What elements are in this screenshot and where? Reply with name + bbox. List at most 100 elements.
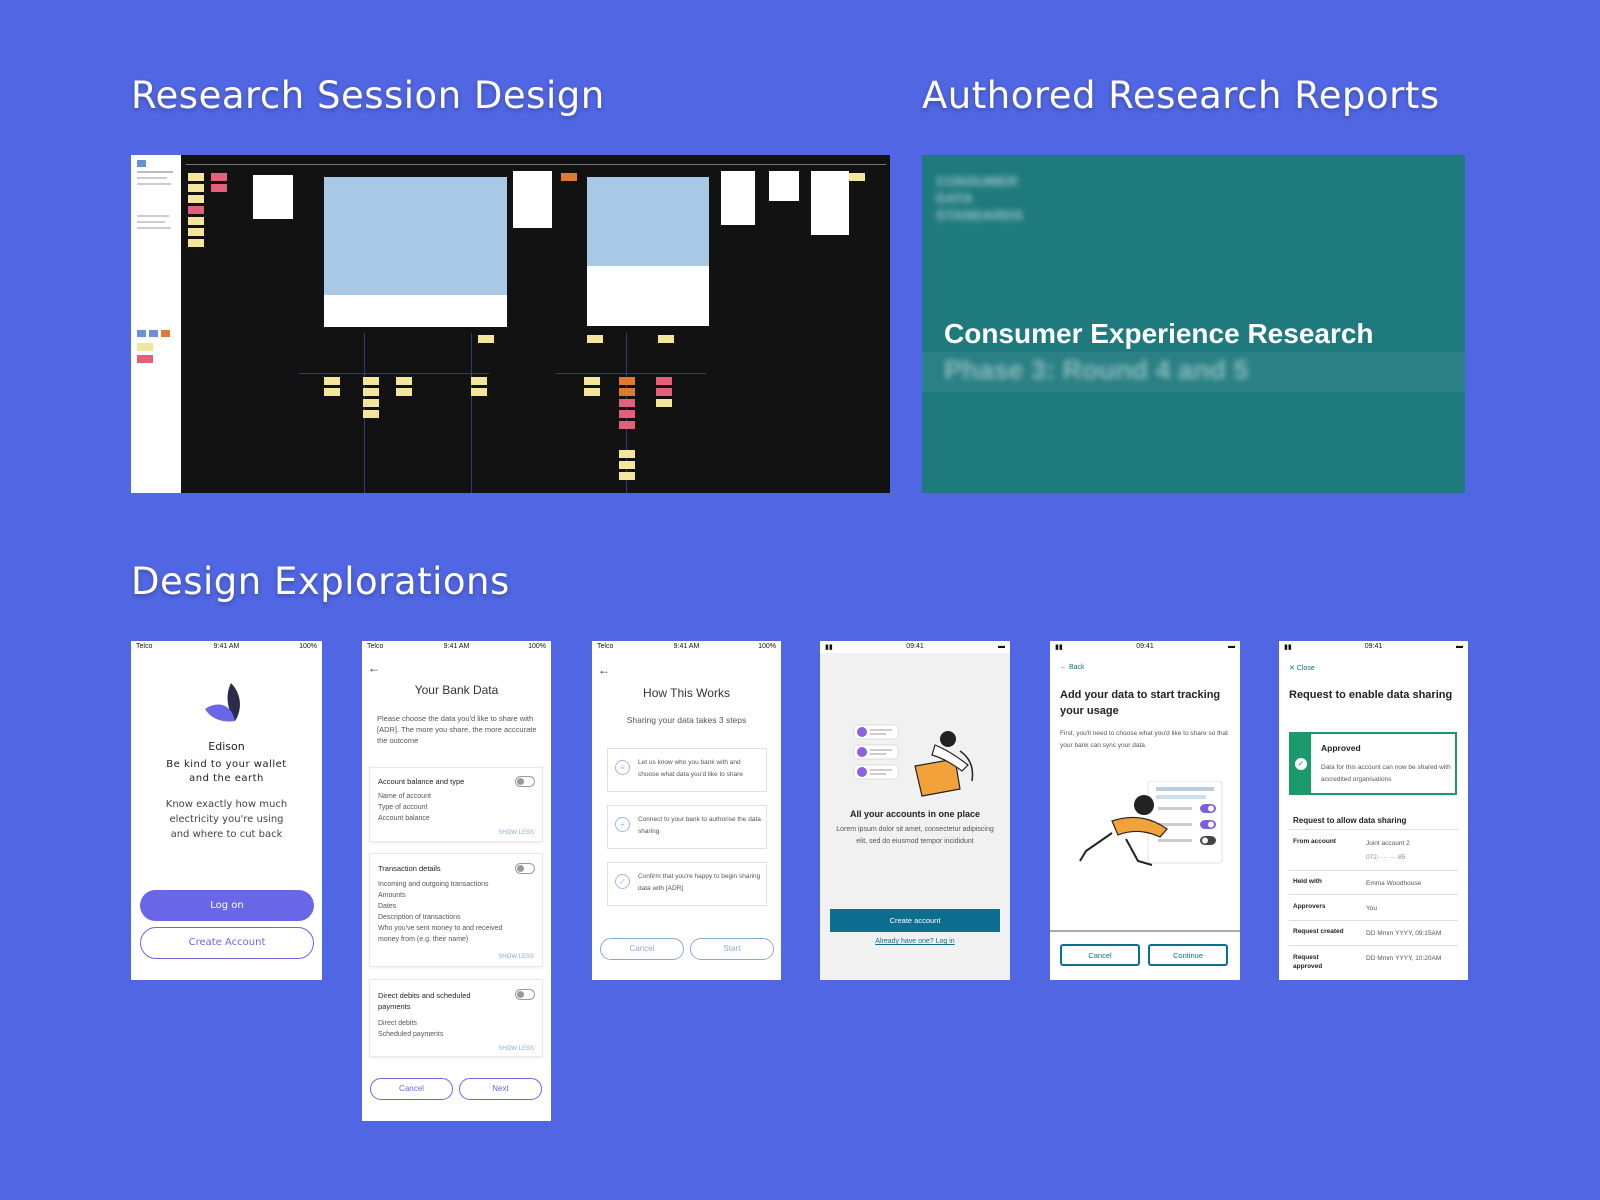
- status-time: 09:41: [1364, 643, 1383, 650]
- check-icon: ✓: [1295, 758, 1307, 770]
- step-text: Confirm that you're happy to begin shari…: [638, 873, 761, 892]
- show-less-link[interactable]: SHOW LESS: [498, 830, 534, 836]
- onboarding-heading: All your accounts in one place: [849, 809, 981, 819]
- report-title: Consumer Experience Research: [944, 318, 1374, 349]
- battery-icon: ▬: [1228, 643, 1235, 650]
- status-bar: ▮▮ 09:41 ▬: [820, 641, 1010, 653]
- row-label: Approvers: [1293, 903, 1326, 910]
- continue-button[interactable]: Continue: [1148, 944, 1228, 966]
- battery-label: 100%: [758, 643, 776, 650]
- description: Know exactly how much electricity you're…: [165, 799, 288, 840]
- step-card: ≡ Let us know who you bank with and choo…: [607, 748, 767, 792]
- status-time: 09:41: [1136, 643, 1154, 650]
- battery-label: 100%: [528, 643, 546, 650]
- row-value: DD Mmm YYYY, 10:20AM: [1366, 955, 1442, 962]
- section-item: Description of transactions: [378, 914, 461, 921]
- create-account-button[interactable]: Create account: [830, 909, 1000, 932]
- data-toggle-illustration: [1079, 781, 1223, 866]
- connect-step-icon: +: [615, 817, 630, 832]
- start-button[interactable]: Start: [690, 938, 774, 960]
- data-section-direct-debits: Direct debits and scheduled payments Dir…: [369, 979, 543, 1057]
- section-item: Dates: [378, 903, 397, 910]
- row-label: Request created: [1293, 928, 1344, 935]
- row-value: You: [1366, 905, 1377, 912]
- data-section-account: Account balance and type Name of account…: [369, 767, 543, 842]
- login-button[interactable]: Log on: [140, 890, 314, 921]
- step-card: ✓ Confirm that you're happy to begin sha…: [607, 862, 767, 906]
- status-bar: Telco 9:41 AM 100%: [592, 641, 781, 653]
- status-time: 09:41: [906, 643, 924, 650]
- design-explorations-heading: Design Explorations: [131, 560, 510, 603]
- brand-name: Edison: [208, 740, 245, 753]
- section-item: Name of account: [378, 793, 431, 800]
- section-item: Incoming and outgoing transactions: [378, 881, 489, 888]
- phone-request-approved: ▮▮ 09:41 ▬ ✕ Close Request to enable dat…: [1279, 641, 1468, 980]
- back-arrow-icon[interactable]: ←: [368, 661, 380, 675]
- data-section-transactions: Transaction details Incoming and outgoin…: [369, 853, 543, 967]
- section-title: Direct debits and scheduled payments: [378, 991, 471, 1011]
- research-report-cover: CONSUMER DATA STANDARDS Consumer Experie…: [922, 155, 1465, 493]
- page-title: Your Bank Data: [414, 683, 499, 697]
- bank-step-icon: ≡: [615, 760, 630, 775]
- row-label: Request approved: [1293, 954, 1323, 970]
- show-less-link[interactable]: SHOW LESS: [498, 954, 534, 960]
- approved-body: Data for this account can now be shared …: [1321, 764, 1451, 783]
- transactions-toggle[interactable]: [515, 863, 535, 874]
- battery-icon: ▬: [998, 643, 1005, 650]
- edison-logo-icon: [205, 683, 240, 722]
- page-title: Request to enable data sharing: [1289, 689, 1453, 701]
- tagline: Be kind to your wallet and the earth: [166, 759, 287, 784]
- report-subtitle: Phase 3: Round 4 and 5: [944, 355, 1249, 385]
- account-toggle[interactable]: [515, 776, 535, 787]
- status-time: 9:41 AM: [443, 643, 470, 650]
- login-link[interactable]: Already have one? Log in: [820, 938, 1010, 945]
- row-label: Held with: [1293, 878, 1322, 885]
- cancel-button[interactable]: Cancel: [370, 1078, 453, 1100]
- step-card: + Connect to your bank to authorise the …: [607, 805, 767, 849]
- step-text: Let us know who you bank with and choose…: [638, 759, 743, 778]
- back-arrow-icon[interactable]: ←: [598, 663, 610, 677]
- accounts-illustration: [853, 724, 974, 797]
- page-title: Add your data to start tracking your usa…: [1060, 689, 1221, 717]
- authored-reports-heading: Authored Research Reports: [922, 74, 1440, 117]
- approved-title: Approved: [1321, 743, 1361, 753]
- check-step-icon: ✓: [615, 874, 630, 889]
- section-item: Account balance: [378, 815, 430, 822]
- board-sidebar: [131, 155, 181, 493]
- research-session-heading: Research Session Design: [131, 74, 605, 117]
- phone-bank-data: Telco 9:41 AM 100% ← Your Bank Data Plea…: [362, 641, 551, 1121]
- phone-how-this-works: Telco 9:41 AM 100% ← How This Works Shar…: [592, 641, 781, 980]
- cancel-button[interactable]: Cancel: [600, 938, 684, 960]
- direct-debits-toggle[interactable]: [515, 989, 535, 1000]
- status-bar: ▮▮ 09:41 ▬: [1279, 641, 1468, 653]
- research-board-image: [131, 155, 890, 493]
- row-label: From account: [1293, 838, 1336, 845]
- battery-icon: ▬: [1456, 643, 1463, 650]
- step-text: Connect to your bank to authorise the da…: [638, 816, 761, 835]
- phone-add-data: ▮▮ 09:41 ▬ ← Back Add your data to start…: [1050, 641, 1240, 980]
- row-value: DD Mmm YYYY, 09:15AM: [1366, 930, 1442, 937]
- status-bar: ▮▮ 09:41 ▬: [1050, 641, 1240, 653]
- onboarding-body: Lorem ipsum dolor sit amet, consectetur …: [836, 826, 994, 845]
- status-bar: Telco 9:41 AM 100%: [131, 641, 322, 653]
- section-title: Account balance and type: [378, 777, 465, 786]
- row-value: Joint account 2: [1366, 840, 1410, 847]
- page-title: How This Works: [643, 686, 730, 700]
- report-logo-text: CONSUMER DATA STANDARDS: [936, 173, 1023, 223]
- section-title: Request to allow data sharing: [1293, 816, 1407, 825]
- section-item: Who you've sent money to and received mo…: [378, 925, 503, 943]
- status-bar: Telco 9:41 AM 100%: [362, 641, 551, 653]
- cancel-button[interactable]: Cancel: [1060, 944, 1140, 966]
- status-time: 9:41 AM: [213, 643, 240, 650]
- status-time: 9:41 AM: [673, 643, 700, 650]
- back-link[interactable]: ← Back: [1060, 664, 1085, 671]
- next-button[interactable]: Next: [459, 1078, 542, 1100]
- phone-edison-welcome: Telco 9:41 AM 100% Edison Be kind to you…: [131, 641, 322, 980]
- create-account-button[interactable]: Create Account: [140, 927, 314, 959]
- close-link[interactable]: ✕ Close: [1289, 664, 1315, 672]
- page-body: First, you'll need to choose what you'd …: [1060, 730, 1228, 749]
- section-item: Amounts: [378, 892, 406, 899]
- page-subtitle: Sharing your data takes 3 steps: [626, 715, 747, 725]
- show-less-link[interactable]: SHOW LESS: [498, 1046, 534, 1052]
- section-title: Transaction details: [378, 864, 441, 873]
